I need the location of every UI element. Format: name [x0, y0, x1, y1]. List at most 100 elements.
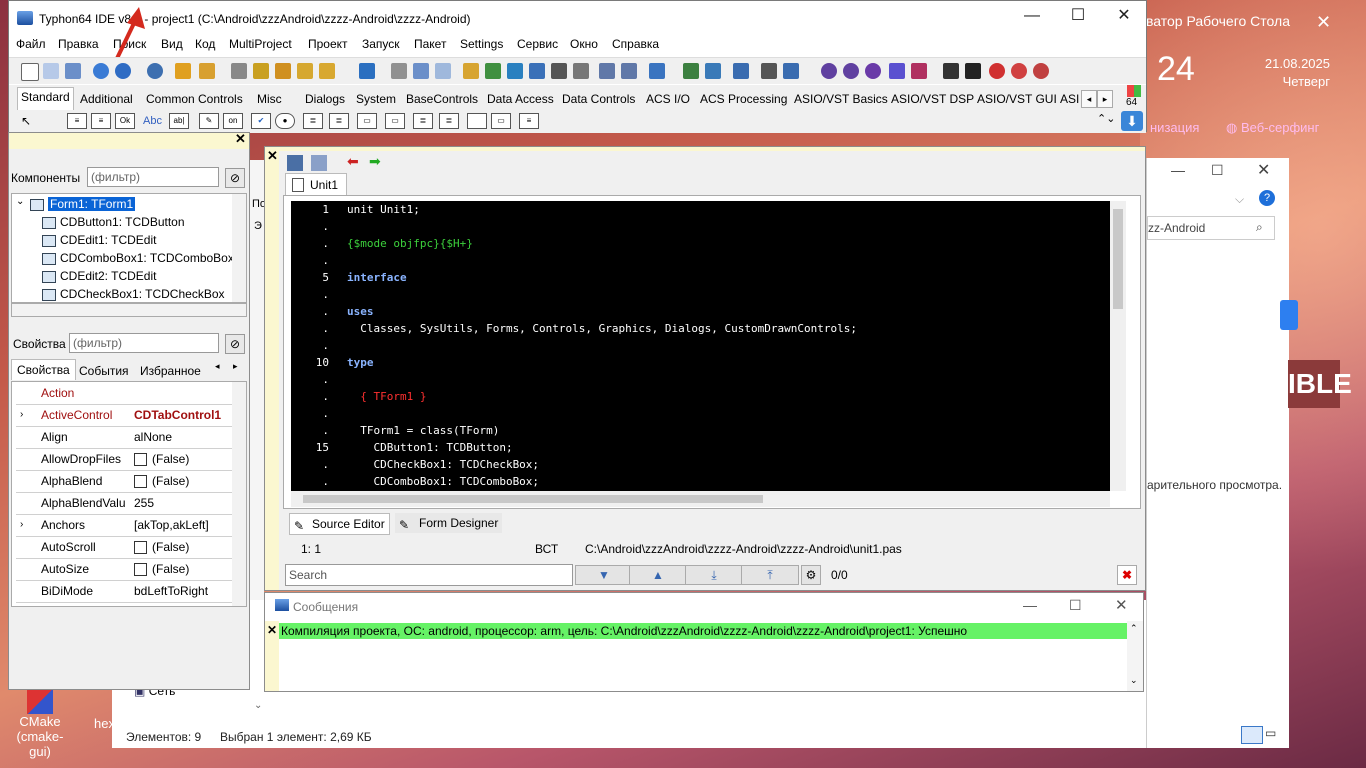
palette-scroll-right-icon[interactable]: ▸	[1097, 90, 1113, 108]
property-checkbox[interactable]	[134, 541, 147, 555]
tab-unit1[interactable]: Unit1	[285, 173, 347, 196]
combobox-icon[interactable]: ≣	[329, 113, 349, 129]
search-icon-toolbar[interactable]	[147, 63, 163, 79]
menu-run[interactable]: Запуск	[362, 37, 400, 51]
menu-file[interactable]: Файл	[16, 37, 46, 51]
menu-settings[interactable]: Settings	[460, 37, 503, 51]
explorer-close-button-2[interactable]: ✕	[1257, 160, 1270, 180]
menu-edit[interactable]: Правка	[58, 37, 99, 51]
property-value-cell[interactable]: alNone	[134, 426, 234, 448]
tab-data-access[interactable]: Data Access	[484, 90, 557, 108]
property-value[interactable]: alNone	[134, 430, 172, 444]
open-icon[interactable]	[93, 63, 109, 79]
property-row[interactable]: Action	[16, 382, 234, 405]
inspector-close-icon[interactable]: ✕	[235, 131, 246, 147]
tab-properties[interactable]: Свойства	[11, 359, 76, 380]
find-next-button[interactable]: ▼	[575, 565, 633, 585]
property-row[interactable]: AutoSize (False)	[16, 558, 234, 581]
editor-search-input[interactable]: Search	[285, 564, 573, 586]
puzzle-edit-icon[interactable]	[297, 63, 313, 79]
tab-asio-vst-dsp[interactable]: ASIO/VST DSP	[888, 90, 977, 108]
tab-common-controls[interactable]: Common Controls	[143, 90, 246, 108]
properties-filter-input[interactable]: (фильтр)	[69, 333, 219, 353]
code-editor[interactable]: 1 unit Unit1;.. {$mode objfpc}{$H+}. 5 inter…	[291, 201, 1110, 491]
toggle-form-icon[interactable]	[507, 63, 523, 79]
save-icon[interactable]	[391, 63, 407, 79]
cut-icon[interactable]	[761, 63, 777, 79]
tree-item[interactable]: CDEdit1: TCDEdit	[42, 231, 156, 249]
menu-help[interactable]: Справка	[612, 37, 659, 51]
property-value[interactable]: 255	[134, 496, 154, 510]
tree-hscrollbar[interactable]	[11, 303, 247, 317]
find-previous-button[interactable]: ▲	[629, 565, 687, 585]
code-line[interactable]: { TForm1 }	[347, 390, 426, 403]
property-value[interactable]: (False)	[152, 540, 189, 554]
props-tab-right-icon[interactable]: ▸	[233, 361, 238, 372]
search-close-icon[interactable]: ✖	[1117, 565, 1137, 585]
gears-icon[interactable]	[865, 63, 881, 79]
form-list-icon[interactable]	[311, 155, 327, 171]
property-row[interactable]: AlphaBlendValu 255	[16, 492, 234, 515]
search-options-icon[interactable]: ⚙	[801, 565, 821, 585]
property-value-cell[interactable]: (False)	[134, 470, 234, 492]
property-value-cell[interactable]: 255	[134, 492, 234, 514]
actionlist-icon[interactable]: ≡	[519, 113, 539, 129]
property-row[interactable]: AutoScroll (False)	[16, 536, 234, 559]
property-scrollbar[interactable]	[232, 382, 246, 606]
package-open-icon[interactable]	[199, 63, 215, 79]
back-arrow-icon[interactable]: ⬅	[347, 153, 359, 170]
gear-purple-icon[interactable]	[821, 63, 837, 79]
puzzle-run-icon[interactable]	[319, 63, 335, 79]
new-file-icon[interactable]	[21, 63, 39, 81]
save-all-icon[interactable]	[413, 63, 429, 79]
menu-view[interactable]: Вид	[161, 37, 183, 51]
tab-basecontrols[interactable]: BaseControls	[403, 90, 481, 108]
code-line[interactable]: CDCheckBox1: TCDCheckBox;	[347, 458, 539, 471]
project-options-icon[interactable]	[463, 63, 479, 79]
desktop-icon-hex[interactable]: hex	[94, 716, 115, 731]
code-line[interactable]: interface	[347, 271, 407, 284]
property-value-cell[interactable]: (False)	[134, 536, 234, 558]
messages-scrollbar[interactable]: ⌃ ⌄	[1127, 621, 1143, 691]
view-units-icon[interactable]	[529, 63, 545, 79]
details-view-icon[interactable]	[1241, 726, 1263, 744]
property-value[interactable]: [akTop,akLeft]	[134, 518, 209, 532]
chevron-down-icon[interactable]: ⌵	[1235, 192, 1244, 207]
memo-icon[interactable]: ✎	[199, 113, 219, 129]
view-forms-icon[interactable]	[551, 63, 567, 79]
radiobutton-icon[interactable]: ●	[275, 113, 295, 129]
property-checkbox[interactable]	[134, 453, 147, 467]
tab-asio-vst-basics[interactable]: ASIO/VST Basics	[791, 90, 891, 108]
tab-events[interactable]: События	[79, 361, 129, 381]
menu-code[interactable]: Код	[195, 37, 215, 51]
checkbox-icon[interactable]: ✔	[251, 113, 271, 129]
code-hscrollbar[interactable]	[291, 491, 1110, 507]
puzzle-icon[interactable]	[253, 63, 269, 79]
messages-dock-close-icon[interactable]: ✕	[267, 623, 277, 637]
tiles-view-icon[interactable]: ▭	[1265, 726, 1281, 742]
code-vscroll-thumb[interactable]	[1113, 209, 1123, 309]
property-value[interactable]: (False)	[152, 452, 189, 466]
tree-item[interactable]: CDButton1: TCDButton	[42, 213, 185, 231]
scroll-up-icon[interactable]: ⌃	[1130, 623, 1138, 634]
property-value-cell[interactable]: CDTabControl1	[134, 404, 234, 426]
scroll-down-icon-2[interactable]: ⌄	[1130, 675, 1138, 686]
code-vscrollbar[interactable]	[1110, 201, 1126, 491]
label-icon[interactable]: Abc	[143, 115, 162, 127]
build-all-icon[interactable]	[621, 63, 637, 79]
desktop-link-websurfing[interactable]: ◍ Веб-серфинг	[1226, 120, 1319, 136]
edit-icon[interactable]: ab|	[169, 113, 189, 129]
package-icon[interactable]	[175, 63, 191, 79]
close-file-icon[interactable]	[435, 63, 451, 79]
messages-minimize-button[interactable]: —	[1023, 597, 1037, 613]
pause-icon[interactable]	[943, 63, 959, 79]
code-line[interactable]: CDComboBox1: TCDComboBox;	[347, 475, 539, 488]
messages-close-button[interactable]: ✕	[1115, 596, 1128, 614]
explorer-minimize-button[interactable]: —	[1171, 162, 1185, 178]
step-over-icon[interactable]	[1011, 63, 1027, 79]
menu-tools[interactable]: Сервис	[517, 37, 558, 51]
menu-window[interactable]: Окно	[570, 37, 598, 51]
menu-project[interactable]: Проект	[308, 37, 348, 51]
components-icon[interactable]	[733, 63, 749, 79]
desktop-icon-cmake[interactable]: CMake (cmake-gui)	[8, 690, 72, 759]
